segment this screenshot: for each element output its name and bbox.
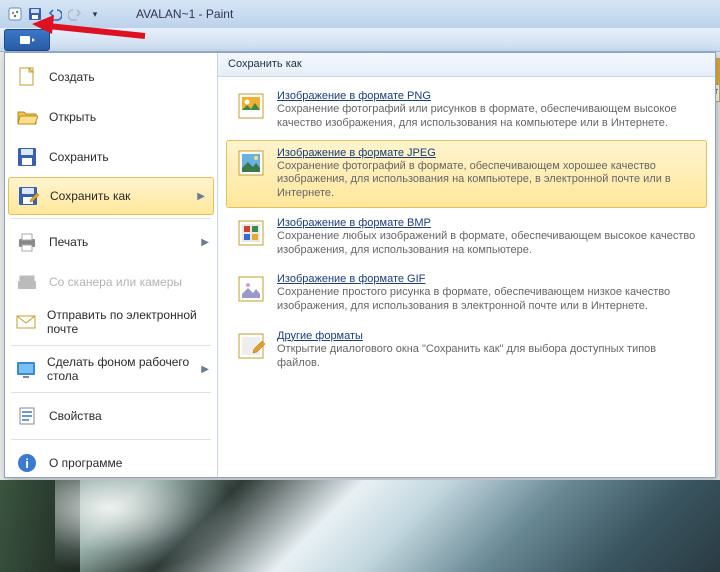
format-title: Другие форматы xyxy=(277,330,698,342)
open-icon xyxy=(15,105,39,129)
wallpaper-icon xyxy=(15,357,37,381)
file-menu-right: Сохранить как Изображение в формате PNGС… xyxy=(218,53,715,477)
file-menu-left: СоздатьОткрытьСохранитьСохранить как▶Печ… xyxy=(5,53,218,477)
menu-separator xyxy=(11,218,211,219)
new-icon xyxy=(15,65,39,89)
paint-app-icon xyxy=(6,5,24,23)
submenu-arrow-icon: ▶ xyxy=(201,237,209,248)
format-item-other[interactable]: Другие форматыОткрытие диалогового окна … xyxy=(226,323,707,378)
gif-format-icon xyxy=(235,273,267,305)
qat-dropdown-icon[interactable]: ▾ xyxy=(86,5,104,23)
menu-item-label: О программе xyxy=(49,456,122,470)
menu-item-label: Свойства xyxy=(49,409,102,423)
desktop-background-image xyxy=(0,480,720,572)
menu-item-label: Сделать фоном рабочего стола xyxy=(47,355,207,383)
about-icon: i xyxy=(15,451,39,475)
menu-item-print[interactable]: Печать ▶ xyxy=(5,222,217,262)
menu-item-label: Со сканера или камеры xyxy=(49,275,182,289)
format-title: Изображение в формате GIF xyxy=(277,273,698,285)
jpeg-format-icon xyxy=(235,147,267,179)
menu-item-scanner: Со сканера или камеры xyxy=(5,262,217,302)
save-icon xyxy=(15,145,39,169)
menu-item-label: Создать xyxy=(49,70,95,84)
redo-icon[interactable] xyxy=(66,5,84,23)
ribbon-row xyxy=(0,28,720,52)
quick-access-toolbar: ▾ xyxy=(2,5,108,23)
file-menu-button[interactable] xyxy=(4,29,50,51)
menu-item-save[interactable]: Сохранить xyxy=(5,137,217,177)
format-title: Изображение в формате BMP xyxy=(277,217,698,229)
png-format-icon xyxy=(235,90,267,122)
svg-text:i: i xyxy=(25,456,29,471)
mail-icon xyxy=(15,310,37,334)
format-item-gif[interactable]: Изображение в формате GIFСохранение прос… xyxy=(226,266,707,321)
format-title: Изображение в формате JPEG xyxy=(277,147,698,159)
menu-item-props[interactable]: Свойства xyxy=(5,396,217,436)
menu-separator xyxy=(11,439,211,440)
menu-item-new[interactable]: Создать xyxy=(5,57,217,97)
menu-item-label: Открыть xyxy=(49,110,96,124)
format-description: Сохранение фотографий или рисунков в фор… xyxy=(277,103,698,131)
titlebar: ▾ AVALAN~1 - Paint xyxy=(0,0,720,28)
saveas-header: Сохранить как xyxy=(218,53,715,77)
submenu-arrow-icon: ▶ xyxy=(201,364,209,375)
props-icon xyxy=(15,404,39,428)
window-title: AVALAN~1 - Paint xyxy=(136,7,233,21)
format-item-jpeg[interactable]: Изображение в формате JPEGСохранение фот… xyxy=(226,140,707,208)
format-description: Открытие диалогового окна "Сохранить как… xyxy=(277,343,698,371)
format-description: Сохранение любых изображений в формате, … xyxy=(277,230,698,258)
save-icon[interactable] xyxy=(26,5,44,23)
menu-item-label: Печать xyxy=(49,235,88,249)
format-title: Изображение в формате PNG xyxy=(277,90,698,102)
menu-item-wallpaper[interactable]: Сделать фоном рабочего стола▶ xyxy=(5,349,217,389)
format-item-bmp[interactable]: Изображение в формате BMPСохранение любы… xyxy=(226,210,707,265)
undo-icon[interactable] xyxy=(46,5,64,23)
other-format-icon xyxy=(235,330,267,362)
bmp-format-icon xyxy=(235,217,267,249)
file-menu-panel: СоздатьОткрытьСохранитьСохранить как▶Печ… xyxy=(4,52,716,478)
menu-item-about[interactable]: i О программе xyxy=(5,443,217,483)
format-description: Сохранение простого рисунка в формате, о… xyxy=(277,286,698,314)
saveas-icon xyxy=(16,184,40,208)
menu-separator xyxy=(11,345,211,346)
menu-item-label: Отправить по электронной почте xyxy=(47,308,207,336)
format-item-png[interactable]: Изображение в формате PNGСохранение фото… xyxy=(226,83,707,138)
menu-separator xyxy=(11,392,211,393)
format-description: Сохранение фотографий в формате, обеспеч… xyxy=(277,160,698,201)
menu-item-mail[interactable]: Отправить по электронной почте xyxy=(5,302,217,342)
scanner-icon xyxy=(15,270,39,294)
menu-item-open[interactable]: Открыть xyxy=(5,97,217,137)
menu-item-label: Сохранить xyxy=(49,150,109,164)
submenu-arrow-icon: ▶ xyxy=(197,191,205,202)
menu-item-label: Сохранить как xyxy=(50,189,130,203)
menu-item-saveas[interactable]: Сохранить как ▶ xyxy=(8,177,214,215)
print-icon xyxy=(15,230,39,254)
